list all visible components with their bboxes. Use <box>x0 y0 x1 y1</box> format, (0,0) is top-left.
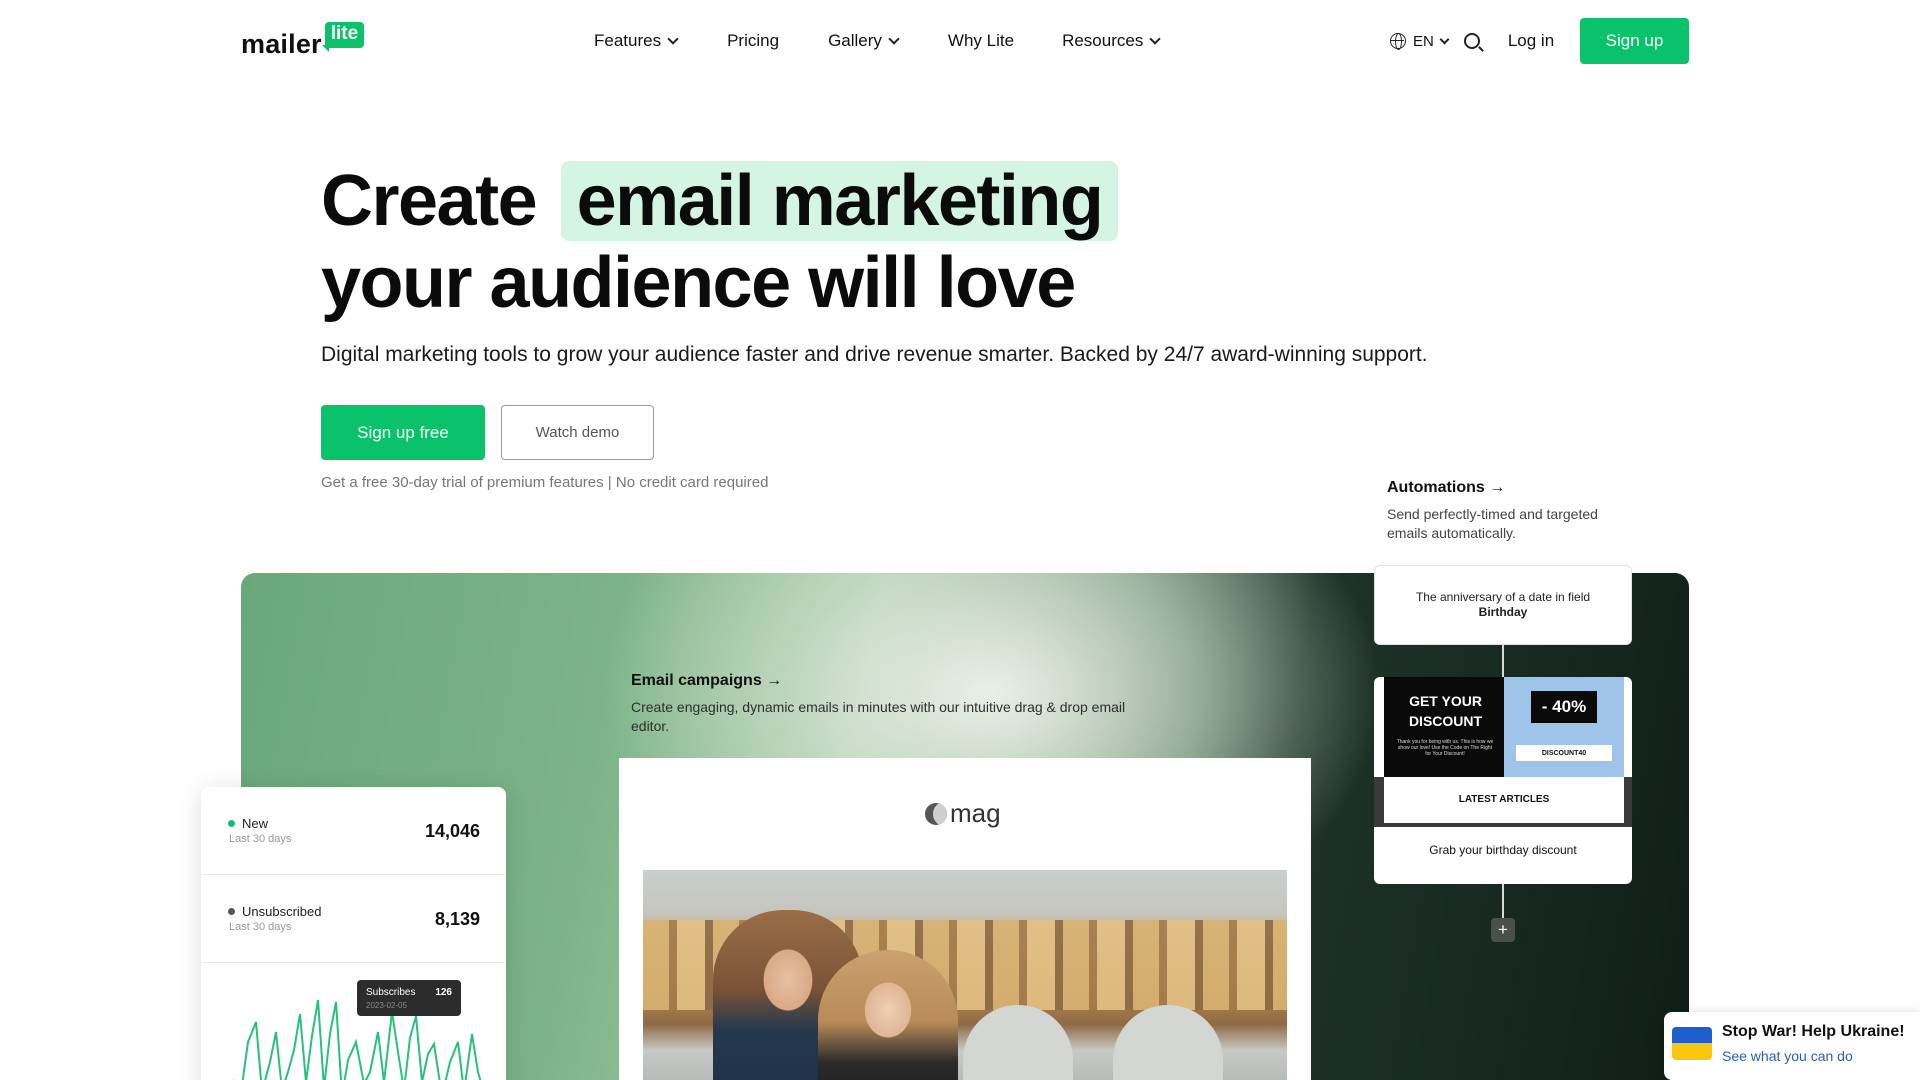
automations-link[interactable]: Automations → <box>1387 479 1505 497</box>
hero-title-highlight: email marketing <box>560 161 1119 241</box>
email-hero-photo <box>643 870 1287 1080</box>
stat-label-text: Unsubscribed <box>242 904 322 919</box>
flow-connector <box>1502 645 1504 677</box>
menu-item-gallery[interactable]: Gallery <box>828 28 900 54</box>
email-caption: Grab your birthday discount <box>1429 843 1577 857</box>
logo-word: mailer <box>241 29 322 59</box>
moon-logo-icon <box>925 802 947 825</box>
bridge-arch <box>1113 1005 1223 1080</box>
ukraine-flag-icon <box>1672 1027 1712 1060</box>
flow-connector <box>1502 884 1504 918</box>
ukraine-banner-link[interactable]: See what you can do <box>1722 1048 1853 1064</box>
stat-period: Last 30 days <box>229 833 292 845</box>
discount-code: DISCOUNT40 <box>1516 745 1612 761</box>
search-icon[interactable] <box>1463 33 1480 49</box>
stat-label-text: New <box>242 816 269 831</box>
automations-description: Send perfectly-timed and targeted emails… <box>1387 506 1598 541</box>
tooltip-date: 2023-02-05 <box>366 1001 407 1010</box>
latest-articles: LATEST ARTICLES <box>1384 777 1624 823</box>
signup-button[interactable]: Sign up <box>1580 18 1689 64</box>
automation-email-card: GET YOUR DISCOUNT Thank you for being wi… <box>1374 677 1632 884</box>
trigger-field: Birthday <box>1478 605 1528 619</box>
mailerlite-logo[interactable]: mailer lite <box>241 22 365 60</box>
discount-headline: GET YOUR DISCOUNT <box>1408 693 1483 729</box>
signup-free-button[interactable]: Sign up free <box>321 405 485 460</box>
trigger-text: The anniversary of a date in field Birth… <box>1413 590 1593 620</box>
ukraine-banner[interactable]: Stop War! Help Ukraine! See what you can… <box>1664 1012 1920 1080</box>
email-mini-right: - 40% DISCOUNT40 <box>1504 677 1624 777</box>
hero-title-line2: your audience will love <box>321 243 1076 323</box>
login-link[interactable]: Log in <box>1508 31 1554 51</box>
bridge-arch <box>963 1005 1073 1080</box>
subscriber-stats-card: New Last 30 days 14,046 Unsubscribed Las… <box>201 787 506 1080</box>
stat-period: Last 30 days <box>229 921 292 933</box>
chevron-down-icon <box>1149 32 1161 45</box>
globe-icon <box>1390 33 1406 50</box>
watch-demo-button[interactable]: Watch demo <box>501 405 654 460</box>
trial-note: Get a free 30-day trial of premium featu… <box>321 474 769 491</box>
hero-title: Create email marketing your audience wil… <box>321 160 1119 324</box>
menu-item-label: Gallery <box>828 31 882 50</box>
hero-title-pre: Create <box>321 161 538 241</box>
stat-label: Unsubscribed <box>228 904 322 919</box>
tooltip-value: 126 <box>435 987 452 998</box>
menu-item-label: Why Lite <box>947 31 1015 50</box>
menu-item-label: Resources <box>1062 31 1144 50</box>
menu-item-label: Features <box>594 31 662 50</box>
discount-badge: - 40% <box>1531 691 1597 723</box>
email-mini-left: GET YOUR DISCOUNT Thank you for being wi… <box>1384 677 1504 777</box>
chevron-down-icon <box>1439 34 1450 44</box>
stat-value: 8,139 <box>434 909 480 929</box>
stat-value: 14,046 <box>424 821 480 841</box>
chevron-down-icon <box>667 32 679 45</box>
photo-person <box>818 950 958 1080</box>
mag-logo-text: mag <box>950 798 1001 828</box>
stat-label: New <box>228 816 269 831</box>
status-dot <box>228 908 235 915</box>
add-step-button[interactable]: + <box>1491 918 1515 942</box>
hero-subtitle: Digital marketing tools to grow your aud… <box>321 343 1428 366</box>
discount-body: Thank you for being with us. This is how… <box>1396 739 1494 757</box>
ukraine-banner-title: Stop War! Help Ukraine! <box>1722 1023 1905 1040</box>
language-selector[interactable]: EN <box>1390 32 1450 50</box>
mag-logo: mag <box>925 798 1001 829</box>
stat-row-new: New Last 30 days 14,046 <box>201 787 506 875</box>
automation-trigger-card: The anniversary of a date in field Birth… <box>1374 565 1632 645</box>
stat-row-unsubscribed: Unsubscribed Last 30 days 8,139 <box>201 875 506 963</box>
nav-actions: EN Log in <box>1390 18 1554 64</box>
chart-tooltip: Subscribes 2023-02-05 126 <box>357 980 461 1016</box>
latest-articles-title: LATEST ARTICLES <box>1458 794 1550 805</box>
status-dot <box>228 820 235 827</box>
menu-item-pricing[interactable]: Pricing <box>727 28 779 54</box>
menu-item-label: Pricing <box>727 31 780 50</box>
trigger-description: The anniversary of a date in field <box>1415 590 1591 604</box>
email-preview-card: mag <box>619 758 1311 1080</box>
menu-item-why-lite[interactable]: Why Lite <box>948 28 1014 54</box>
tooltip-label: Subscribes <box>366 987 416 998</box>
menu-item-resources[interactable]: Resources <box>1062 28 1161 54</box>
chevron-down-icon <box>888 32 900 45</box>
top-navigation: mailer lite Features Pricing Gallery Why… <box>0 0 1920 82</box>
logo-badge: lite <box>321 22 365 52</box>
email-campaigns-link[interactable]: Email campaigns → <box>631 672 782 690</box>
main-menu: Features Pricing Gallery Why Lite Resour… <box>594 28 1161 54</box>
menu-item-features[interactable]: Features <box>594 28 679 54</box>
email-campaigns-description: Create engaging, dynamic emails in minut… <box>631 699 1126 734</box>
language-label: EN <box>1413 32 1434 50</box>
